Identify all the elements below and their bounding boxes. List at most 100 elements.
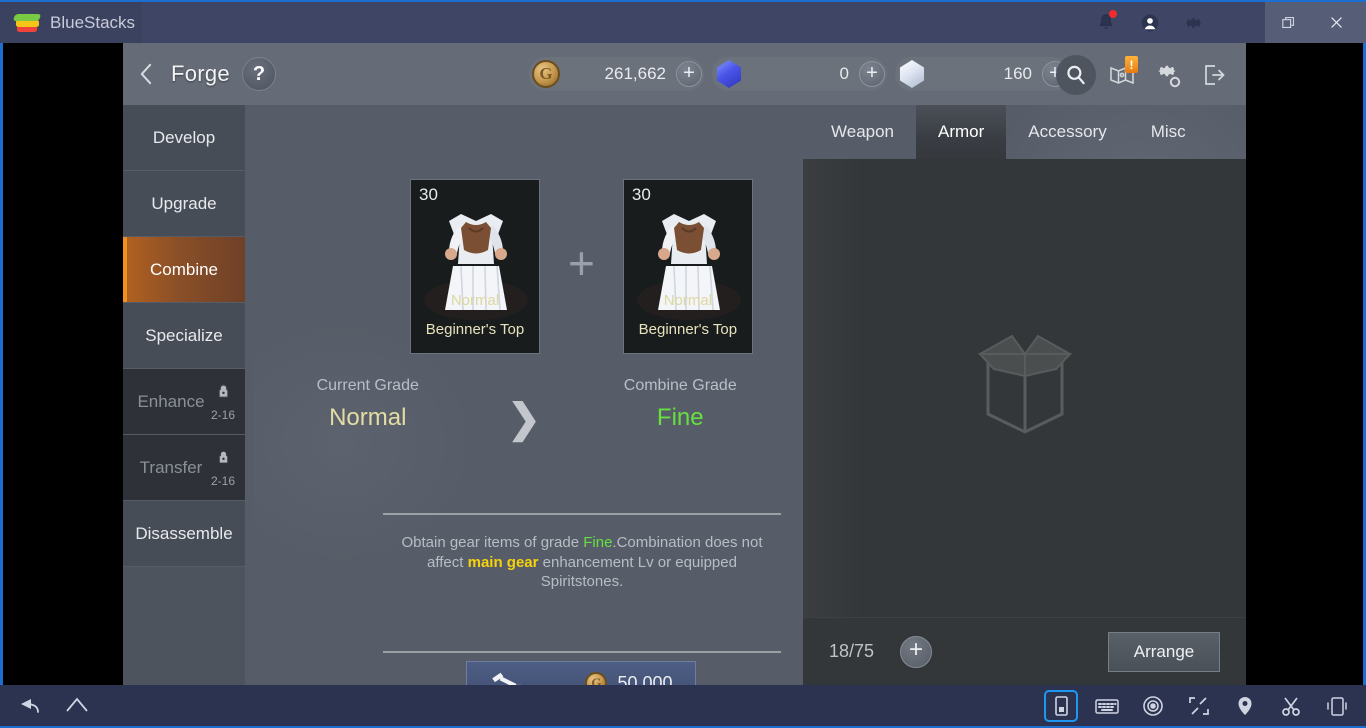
currency-gold[interactable]: G 261,662 + bbox=[529, 57, 704, 91]
current-grade-value: Normal bbox=[329, 404, 407, 431]
close-icon[interactable] bbox=[1314, 1, 1358, 44]
tab-misc[interactable]: Misc bbox=[1129, 105, 1208, 159]
desc-part-3: enhancement Lv or equipped Spiritstones. bbox=[538, 553, 737, 591]
game-header: Forge ? G 261,662 + 0 + 160 + ! bbox=[123, 43, 1246, 105]
combine-panel: 30 Normal Beginner's Top + 30 Normal Beg… bbox=[245, 105, 803, 685]
divider-top bbox=[383, 513, 781, 515]
desc-part-1: Obtain gear items of grade bbox=[401, 534, 584, 551]
location-pin-icon[interactable] bbox=[1230, 692, 1260, 720]
transfer-lock: 2-16 bbox=[209, 449, 237, 490]
tab-accessory[interactable]: Accessory bbox=[1006, 105, 1128, 159]
scissors-screenshot-icon[interactable] bbox=[1276, 692, 1306, 720]
android-screen: Forge ? G 261,662 + 0 + 160 + ! Develop … bbox=[0, 43, 1366, 685]
sidebar-item-label: Upgrade bbox=[151, 193, 217, 213]
divider-bottom bbox=[383, 651, 781, 653]
help-button[interactable]: ? bbox=[241, 57, 276, 91]
tab-label: Misc bbox=[1150, 122, 1186, 141]
inventory-footer: 18/75 + Arrange bbox=[803, 617, 1246, 685]
arrange-button[interactable]: Arrange bbox=[1108, 631, 1220, 672]
item-grade: Normal bbox=[663, 292, 713, 309]
taskbar-left bbox=[0, 692, 92, 720]
combine-grade-value: Fine bbox=[656, 404, 704, 431]
sidebar-item-upgrade[interactable]: Upgrade bbox=[123, 171, 245, 237]
eye-macro-icon[interactable] bbox=[1138, 692, 1168, 720]
tab-armor[interactable]: Armor bbox=[916, 105, 1007, 159]
inventory-count: 18/75 bbox=[829, 641, 875, 661]
item-grade: Normal bbox=[450, 292, 500, 309]
sidebar-item-develop[interactable]: Develop bbox=[123, 105, 245, 171]
shake-device-icon[interactable] bbox=[1322, 692, 1352, 720]
desc-grade: Fine bbox=[583, 534, 613, 551]
tab-weapon[interactable]: Weapon bbox=[809, 105, 916, 159]
bell-icon[interactable] bbox=[1086, 1, 1126, 44]
grade-arrow-icon: ❯ bbox=[507, 397, 541, 441]
android-back-icon[interactable] bbox=[14, 692, 44, 720]
item-name: Beginner's Top bbox=[425, 321, 525, 338]
enhance-lock: 2-16 bbox=[209, 383, 237, 424]
combine-items: 30 Normal Beginner's Top + 30 Normal Beg… bbox=[410, 179, 753, 354]
sidebar-item-label: Transfer bbox=[139, 457, 203, 477]
desc-highlight: main gear bbox=[467, 553, 539, 571]
game-viewport: Forge ? G 261,662 + 0 + 160 + ! Develop … bbox=[123, 43, 1246, 685]
gold-coin-icon: G bbox=[585, 672, 608, 685]
page-title: Forge bbox=[171, 61, 230, 86]
gold-plus-button[interactable]: + bbox=[676, 61, 702, 87]
phone-portrait-icon[interactable] bbox=[1044, 689, 1078, 722]
blue-gem-plus-button[interactable]: + bbox=[859, 61, 885, 87]
account-icon[interactable] bbox=[1130, 1, 1170, 44]
bluestacks-brand: BlueStacks bbox=[0, 2, 168, 43]
bluestacks-taskbar bbox=[0, 685, 1366, 728]
combine-slot-1[interactable]: 30 Normal Beginner's Top bbox=[410, 179, 540, 354]
header-icons: ! bbox=[1056, 55, 1234, 95]
taskbar-right bbox=[1044, 689, 1366, 722]
combine-cost-value: 50,000 bbox=[617, 672, 673, 686]
search-icon[interactable] bbox=[1056, 55, 1096, 95]
back-chevron-icon[interactable] bbox=[123, 43, 169, 105]
combine-cost: G 50,000 bbox=[585, 672, 673, 686]
currency-white-gem[interactable]: 160 + bbox=[895, 57, 1070, 91]
sidebar-item-disassemble[interactable]: Disassemble bbox=[123, 501, 245, 567]
inventory-grid[interactable] bbox=[803, 159, 1246, 617]
currency-bar: G 261,662 + 0 + 160 + bbox=[529, 57, 1070, 91]
combine-grade-block: Combine Grade Fine bbox=[593, 377, 768, 432]
blue-gem-value: 0 bbox=[839, 64, 849, 83]
bluestacks-brand-label: BlueStacks bbox=[50, 12, 136, 32]
gold-coin-icon: G bbox=[532, 60, 560, 88]
combine-grade-caption: Combine Grade bbox=[623, 377, 737, 394]
grade-comparison: Current Grade Normal ❯ Combine Grade Fin… bbox=[245, 377, 803, 439]
tab-label: Weapon bbox=[831, 122, 895, 141]
gold-value: 261,662 bbox=[604, 64, 666, 83]
bluestacks-logo-icon bbox=[12, 12, 42, 34]
gear-icon[interactable] bbox=[1174, 1, 1214, 44]
restore-icon[interactable] bbox=[1266, 1, 1310, 44]
sidebar-item-specialize[interactable]: Specialize bbox=[123, 303, 245, 369]
android-home-icon[interactable] bbox=[62, 692, 92, 720]
sidebar-item-label: Disassemble bbox=[135, 523, 233, 543]
tab-label: Accessory bbox=[1028, 122, 1107, 141]
forge-sidebar: Develop Upgrade Combine Specialize Enhan… bbox=[123, 105, 245, 685]
item-name: Beginner's Top bbox=[638, 321, 738, 338]
fullscreen-icon[interactable] bbox=[1184, 692, 1214, 720]
sidebar-item-enhance[interactable]: Enhance 2-16 bbox=[123, 369, 245, 435]
map-icon[interactable]: ! bbox=[1102, 55, 1142, 95]
keyboard-icon[interactable] bbox=[1092, 692, 1122, 720]
settings-gear-icon[interactable] bbox=[1148, 55, 1188, 95]
sidebar-item-label: Specialize bbox=[145, 325, 223, 345]
currency-blue-gem[interactable]: 0 + bbox=[712, 57, 887, 91]
combine-description: Obtain gear items of grade Fine.Combinat… bbox=[385, 533, 779, 592]
inventory-expand-button[interactable]: + bbox=[900, 635, 933, 668]
sidebar-item-combine[interactable]: Combine bbox=[123, 237, 245, 303]
exit-icon[interactable] bbox=[1194, 55, 1234, 95]
white-gem-icon bbox=[899, 60, 925, 88]
combine-slot-2[interactable]: 30 Normal Beginner's Top bbox=[622, 179, 753, 354]
blue-gem-icon bbox=[716, 60, 742, 88]
current-grade-caption: Current Grade bbox=[316, 377, 419, 394]
current-grade-block: Current Grade Normal bbox=[280, 377, 455, 432]
bluestacks-titlebar: BlueStacks Home AxE P 22860 bbox=[0, 0, 1366, 644]
anvil-hammer-icon bbox=[492, 672, 522, 685]
item-level: 30 bbox=[419, 185, 438, 204]
combine-button[interactable]: G 50,000 bbox=[466, 661, 696, 685]
empty-box-icon bbox=[977, 334, 1072, 434]
sidebar-item-transfer[interactable]: Transfer 2-16 bbox=[123, 435, 245, 501]
white-gem-value: 160 bbox=[1003, 64, 1032, 83]
